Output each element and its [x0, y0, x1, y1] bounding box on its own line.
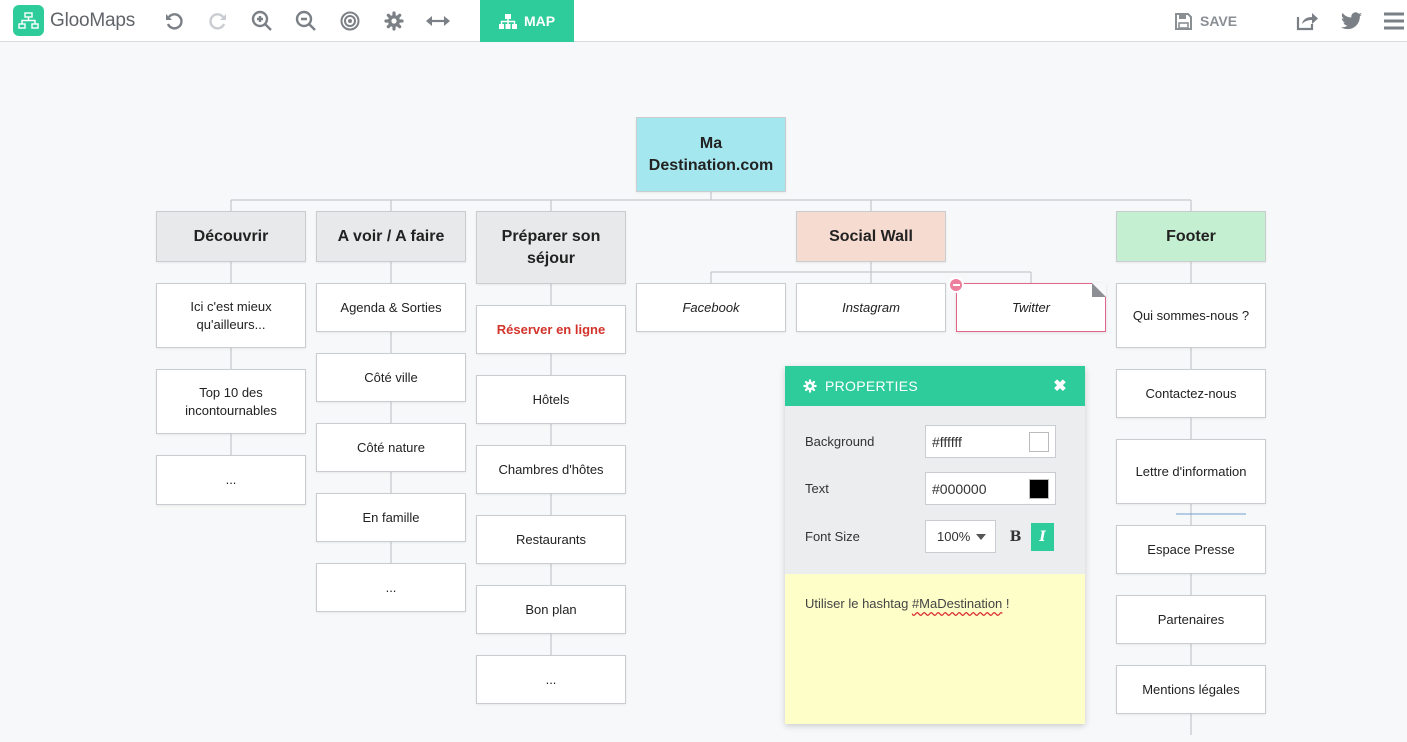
- list-item[interactable]: Qui sommes-nous ?: [1116, 283, 1266, 348]
- list-item[interactable]: Contactez-nous: [1116, 369, 1266, 418]
- list-item[interactable]: Lettre d'information: [1116, 439, 1266, 504]
- list-item[interactable]: Côté ville: [316, 353, 466, 402]
- italic-button[interactable]: I: [1031, 522, 1054, 551]
- map-canvas[interactable]: Ma Destination.com Découvrir A voir / A …: [0, 42, 1407, 742]
- zoom-out-icon[interactable]: [293, 8, 319, 34]
- target-icon[interactable]: [337, 8, 363, 34]
- properties-panel: PROPERTIES ✖ Background #ffffff Text #00…: [785, 366, 1085, 724]
- font-size-select[interactable]: 100%: [925, 520, 996, 553]
- list-item[interactable]: Instagram: [796, 283, 946, 332]
- list-item[interactable]: Côté nature: [316, 423, 466, 472]
- node-preparer[interactable]: Préparer son séjour: [476, 211, 626, 284]
- node-footer[interactable]: Footer: [1116, 211, 1266, 262]
- floppy-icon: [1175, 12, 1192, 30]
- list-item[interactable]: ...: [316, 563, 466, 612]
- background-row: Background #ffffff: [805, 425, 1056, 458]
- list-item[interactable]: Bon plan: [476, 585, 626, 634]
- list-item[interactable]: Espace Presse: [1116, 525, 1266, 574]
- list-item[interactable]: En famille: [316, 493, 466, 542]
- arrows-horizontal-icon[interactable]: [425, 8, 451, 34]
- save-button[interactable]: SAVE: [1175, 8, 1237, 34]
- list-item[interactable]: Top 10 des incontournables: [156, 369, 306, 434]
- text-value: #000000: [932, 480, 987, 497]
- sitemap-logo-icon: [13, 5, 44, 36]
- list-item[interactable]: Facebook: [636, 283, 786, 332]
- properties-title: PROPERTIES: [825, 378, 918, 394]
- tab-map[interactable]: MAP: [480, 0, 574, 42]
- save-label: SAVE: [1200, 13, 1238, 29]
- redo-icon[interactable]: [205, 8, 231, 34]
- background-label: Background: [805, 434, 875, 449]
- list-item[interactable]: Restaurants: [476, 515, 626, 564]
- list-item[interactable]: Ici c'est mieux qu'ailleurs...: [156, 283, 306, 348]
- background-swatch[interactable]: [1029, 431, 1049, 452]
- list-item[interactable]: Agenda & Sorties: [316, 283, 466, 332]
- node-decouvrir[interactable]: Découvrir: [156, 211, 306, 262]
- app-logo[interactable]: GlooMaps: [13, 5, 135, 36]
- list-item[interactable]: ...: [156, 455, 306, 505]
- note-textarea[interactable]: Utiliser le hashtag #MaDestination !: [785, 574, 1085, 724]
- list-item[interactable]: ...: [476, 655, 626, 704]
- gear-icon: [803, 379, 817, 393]
- close-icon[interactable]: ✖: [1053, 376, 1067, 396]
- share-icon[interactable]: [1294, 8, 1320, 34]
- background-value: #ffffff: [932, 433, 962, 450]
- tab-map-label: MAP: [523, 13, 556, 29]
- list-item[interactable]: Hôtels: [476, 375, 626, 424]
- undo-icon[interactable]: [161, 8, 187, 34]
- note-indicator-icon: [1092, 283, 1106, 297]
- properties-header: PROPERTIES ✖: [785, 366, 1085, 406]
- zoom-in-icon[interactable]: [249, 8, 275, 34]
- node-social-wall[interactable]: Social Wall: [796, 211, 946, 262]
- list-item[interactable]: Mentions légales: [1116, 665, 1266, 714]
- list-item[interactable]: Partenaires: [1116, 595, 1266, 644]
- selected-node-twitter[interactable]: Twitter: [948, 277, 1106, 332]
- twitter-icon[interactable]: [1338, 8, 1364, 34]
- menu-icon[interactable]: [1381, 8, 1407, 34]
- note-hashtag: #MaDestination: [911, 596, 1003, 611]
- font-size-row: Font Size 100% B I: [805, 520, 1054, 553]
- font-size-value: 100%: [937, 529, 971, 544]
- bold-button[interactable]: B: [1004, 523, 1027, 551]
- sitemap-icon: [498, 13, 517, 29]
- text-color-input[interactable]: #000000: [925, 472, 1056, 505]
- app-name: GlooMaps: [50, 9, 135, 31]
- text-swatch[interactable]: [1029, 478, 1049, 499]
- background-color-input[interactable]: #ffffff: [925, 425, 1056, 458]
- list-item[interactable]: Réserver en ligne: [476, 305, 626, 354]
- node-label: Twitter: [1011, 299, 1051, 315]
- note-suffix: !: [1002, 596, 1010, 611]
- list-item[interactable]: Chambres d'hôtes: [476, 445, 626, 494]
- chevron-down-icon: [976, 533, 986, 540]
- text-label: Text: [805, 481, 829, 496]
- gear-icon[interactable]: [381, 8, 407, 34]
- text-color-row: Text #000000: [805, 472, 1056, 505]
- toolbar: GlooMaps MAP SAVE: [0, 0, 1407, 42]
- note-prefix: Utiliser le hashtag: [805, 596, 912, 611]
- node-a-voir[interactable]: A voir / A faire: [316, 211, 466, 262]
- font-size-label: Font Size: [805, 529, 860, 544]
- root-node[interactable]: Ma Destination.com: [636, 117, 786, 192]
- remove-node-icon[interactable]: [948, 277, 964, 293]
